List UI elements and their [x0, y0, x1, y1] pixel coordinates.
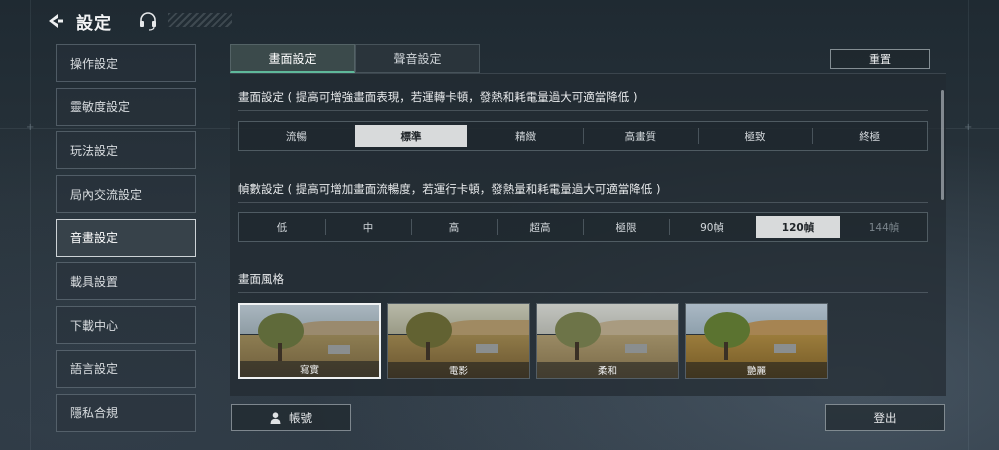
sidebar-item-audio-video[interactable]: 音畫設定	[56, 218, 196, 257]
sidebar-item-controls[interactable]: 操作設定	[56, 44, 196, 82]
framerate-option-low[interactable]: 低	[240, 216, 324, 238]
picture-style-options: 寫實 電影 柔和 艷麗	[238, 303, 828, 379]
settings-sidebar: 操作設定 靈敏度設定 玩法設定 局內交流設定 音畫設定 載具設置 下載中心 語言…	[56, 44, 196, 437]
page-title: 設定	[76, 13, 112, 34]
picture-style-title: 畫面風格	[238, 272, 284, 286]
sidebar-item-label: 操作設定	[70, 56, 119, 71]
graphics-option-hd[interactable]: 高畫質	[583, 125, 697, 147]
graphics-option-standard[interactable]: 標準	[354, 125, 468, 147]
sidebar-item-label: 局內交流設定	[70, 187, 143, 202]
sidebar-item-language[interactable]: 語言設定	[56, 349, 196, 388]
section-divider	[238, 110, 928, 111]
framerate-option-medium[interactable]: 中	[325, 216, 410, 238]
style-label: 艷麗	[686, 362, 827, 378]
crosshair-mark-icon: +	[964, 122, 973, 133]
crosshair-mark-icon: +	[26, 122, 35, 133]
sidebar-item-vehicles[interactable]: 載具設置	[56, 262, 196, 301]
sidebar-item-privacy[interactable]: 隱私合規	[56, 393, 196, 432]
account-label: 帳號	[289, 410, 312, 425]
tab-bar: 畫面設定 聲音設定	[230, 44, 480, 73]
sidebar-item-gameplay[interactable]: 玩法設定	[56, 131, 196, 170]
sidebar-item-label: 下載中心	[70, 318, 119, 333]
frame-rate-selector: 低 中 高 超高 極限 90幀 120幀 144幀	[238, 212, 928, 242]
section-divider	[238, 292, 928, 293]
graphics-quality-selector: 流暢 標準 精緻 高畫質 極致 終極	[238, 121, 928, 151]
frame-rate-title: 幀數設定 ( 提高可增加畫面流暢度，若運行卡頓，發熱量和耗電量過大可適當降低 )	[238, 182, 661, 196]
framerate-option-120fps[interactable]: 120幀	[756, 216, 840, 238]
sidebar-item-label: 靈敏度設定	[70, 100, 131, 115]
sidebar-item-download-center[interactable]: 下載中心	[56, 306, 196, 345]
style-label: 寫實	[240, 361, 379, 377]
sidebar-item-label: 隱私合規	[70, 406, 119, 420]
framerate-option-max[interactable]: 極限	[583, 216, 668, 238]
sidebar-item-label: 語言設定	[70, 362, 119, 377]
graphics-option-smooth[interactable]: 流暢	[240, 125, 353, 147]
framerate-option-90fps[interactable]: 90幀	[669, 216, 754, 238]
style-card-realistic[interactable]: 寫實	[238, 303, 381, 379]
header-decoration	[168, 13, 232, 27]
background-grid-line	[968, 0, 969, 450]
header: 設定	[44, 6, 158, 36]
background-grid-line	[30, 0, 31, 450]
sidebar-item-label: 載具設置	[70, 274, 119, 289]
reset-button[interactable]: 重置	[830, 49, 930, 69]
sidebar-item-sensitivity[interactable]: 靈敏度設定	[56, 87, 196, 126]
section-divider	[238, 202, 928, 203]
settings-content: 畫面設定 ( 提高可增強畫面表現，若運轉卡頓，發熱和耗電量過大可適當降低 ) 流…	[230, 73, 946, 396]
logout-button[interactable]: 登出	[825, 404, 945, 431]
style-label: 柔和	[537, 362, 678, 378]
graphics-option-refined[interactable]: 精緻	[469, 125, 582, 147]
framerate-option-high[interactable]: 高	[411, 216, 496, 238]
settings-main-panel: 畫面設定 聲音設定 重置 畫面設定 ( 提高可增強畫面表現，若運轉卡頓，發熱和耗…	[230, 44, 946, 396]
tab-graphics[interactable]: 畫面設定	[230, 44, 355, 73]
back-arrow-icon[interactable]	[44, 10, 66, 32]
tab-sound[interactable]: 聲音設定	[355, 44, 480, 73]
headset-icon[interactable]	[138, 11, 158, 31]
style-card-vivid[interactable]: 艷麗	[685, 303, 828, 379]
scrollbar[interactable]	[941, 90, 944, 200]
sidebar-item-in-match-communication[interactable]: 局內交流設定	[56, 175, 196, 214]
style-card-cinematic[interactable]: 電影	[387, 303, 530, 379]
style-label: 電影	[388, 362, 529, 378]
user-icon	[270, 411, 281, 424]
framerate-option-super-high[interactable]: 超高	[497, 216, 582, 238]
graphics-quality-title: 畫面設定 ( 提高可增強畫面表現，若運轉卡頓，發熱和耗電量過大可適當降低 )	[238, 90, 638, 104]
sidebar-item-label: 音畫設定	[70, 231, 119, 246]
graphics-option-ultimate[interactable]: 終極	[812, 125, 926, 147]
graphics-option-extreme[interactable]: 極致	[697, 125, 812, 147]
sidebar-item-label: 玩法設定	[70, 143, 119, 158]
account-button[interactable]: 帳號	[231, 404, 351, 431]
framerate-option-144fps: 144幀	[868, 221, 900, 234]
style-card-soft[interactable]: 柔和	[536, 303, 679, 379]
